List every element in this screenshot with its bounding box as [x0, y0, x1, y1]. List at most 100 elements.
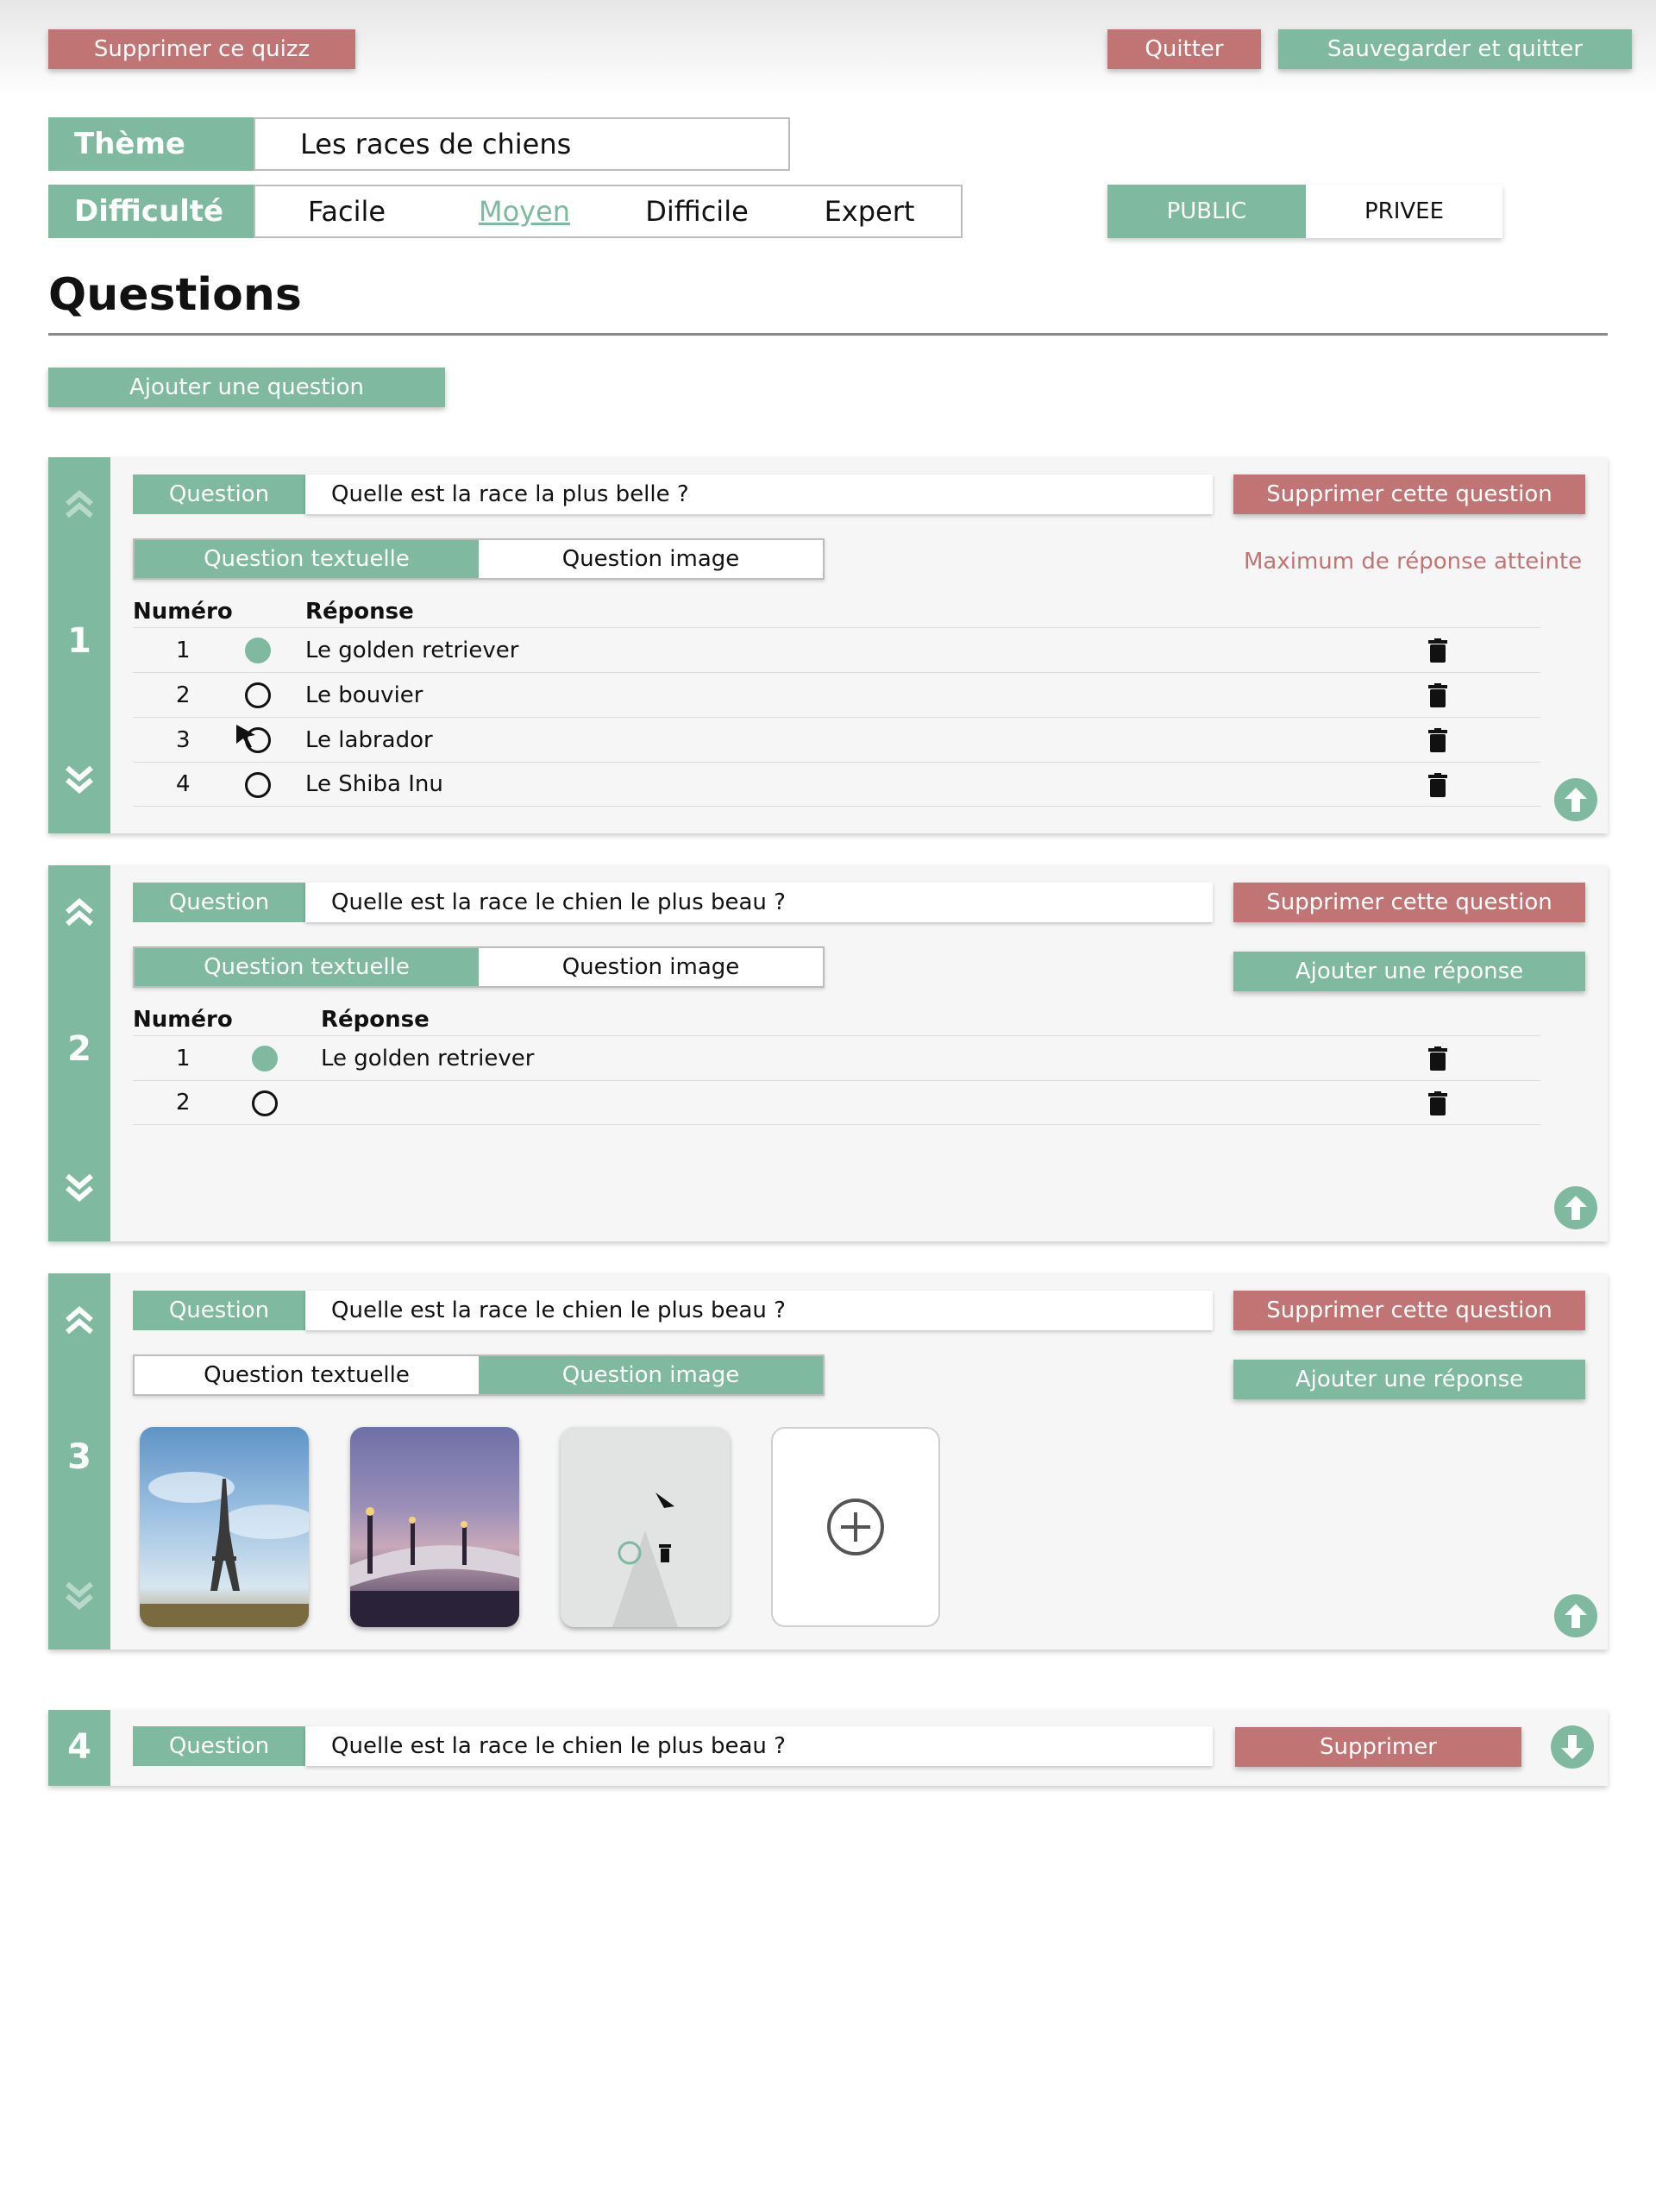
difficulty-option-difficile[interactable]: Difficile: [611, 186, 783, 236]
cursor-icon: [236, 725, 255, 748]
difficulty-option-facile[interactable]: Facile: [255, 186, 438, 236]
quit-button[interactable]: Quitter: [1107, 29, 1261, 69]
difficulty-label: Difficulté: [48, 185, 255, 238]
answer-text[interactable]: Le golden retriever: [305, 628, 518, 672]
difficulty-selector: Facile Moyen Difficile Expert: [254, 185, 963, 238]
save-quit-button[interactable]: Sauvegarder et quitter: [1278, 29, 1632, 69]
answer-number: 2: [176, 682, 191, 708]
answer-text[interactable]: Le Shiba Inu: [305, 763, 443, 806]
move-down-icon[interactable]: [62, 1579, 97, 1613]
image-answer-city[interactable]: [561, 1427, 730, 1627]
collapse-up-icon[interactable]: [1554, 1186, 1597, 1229]
text-question-tab[interactable]: Question textuelle: [135, 1356, 479, 1394]
correct-radio[interactable]: [252, 1090, 278, 1116]
move-down-icon[interactable]: [62, 1171, 97, 1205]
answer-row: 4 Le Shiba Inu: [133, 762, 1540, 807]
image-question-tab[interactable]: Question image: [479, 540, 823, 578]
col-number-header: Numéro: [133, 599, 233, 625]
question-input[interactable]: Quelle est la race le chien le plus beau…: [305, 1726, 1213, 1766]
theme-label: Thème: [48, 117, 255, 171]
delete-question-button[interactable]: Supprimer: [1235, 1727, 1521, 1767]
correct-radio[interactable]: [252, 1046, 278, 1071]
trash-icon[interactable]: [1428, 638, 1447, 663]
trash-icon[interactable]: [1428, 1046, 1447, 1071]
text-question-tab[interactable]: Question textuelle: [135, 540, 479, 578]
expand-down-icon[interactable]: [1551, 1725, 1594, 1769]
question-card-4: 4 Question Quelle est la race le chien l…: [48, 1710, 1608, 1786]
question-card-3: 3 Question Quelle est la race le chien l…: [48, 1273, 1608, 1650]
difficulty-option-moyen[interactable]: Moyen: [438, 186, 611, 236]
answer-row: 2: [133, 1080, 1540, 1125]
answer-text[interactable]: Le labrador: [305, 718, 433, 762]
answer-row: 3 Le labrador: [133, 717, 1540, 762]
text-question-tab[interactable]: Question textuelle: [135, 948, 479, 986]
question-number: 4: [67, 1727, 91, 1767]
question-label: Question: [133, 1291, 305, 1330]
move-up-icon[interactable]: [62, 895, 97, 929]
add-image-button[interactable]: [771, 1427, 940, 1627]
answer-number: 2: [176, 1090, 191, 1115]
question-number: 1: [67, 621, 91, 661]
theme-input[interactable]: Les races de chiens: [254, 117, 790, 171]
correct-radio[interactable]: [245, 638, 271, 663]
trash-icon[interactable]: [1428, 728, 1447, 752]
correct-radio[interactable]: [245, 772, 271, 798]
answer-number: 3: [176, 726, 191, 753]
eiffel-tower-image: [140, 1472, 309, 1627]
question-label: Question: [133, 474, 305, 514]
difficulty-option-expert[interactable]: Expert: [783, 186, 956, 236]
divider: [48, 333, 1608, 336]
move-up-icon[interactable]: [62, 1303, 97, 1337]
trash-icon[interactable]: [1428, 1091, 1447, 1115]
delete-question-button[interactable]: Supprimer cette question: [1233, 883, 1585, 922]
correct-radio[interactable]: [245, 682, 271, 708]
question-number: 2: [67, 1029, 91, 1069]
col-answer-header: Réponse: [305, 599, 414, 625]
question-type-toggle: Question textuelle Question image: [133, 538, 825, 580]
col-number-header: Numéro: [133, 1007, 233, 1033]
image-question-tab[interactable]: Question image: [479, 1356, 823, 1394]
add-question-button[interactable]: Ajouter une question: [48, 368, 445, 407]
question-label: Question: [133, 1726, 305, 1766]
plus-circle-icon: [827, 1499, 884, 1555]
answer-text[interactable]: Le golden retriever: [321, 1036, 534, 1080]
question-input[interactable]: Quelle est la race le chien le plus beau…: [305, 883, 1213, 922]
answer-text[interactable]: Le bouvier: [305, 673, 423, 717]
answer-number: 4: [176, 771, 191, 797]
image-question-tab[interactable]: Question image: [479, 948, 823, 986]
delete-quiz-button[interactable]: Supprimer ce quizz: [48, 29, 355, 69]
question-input[interactable]: Quelle est la race la plus belle ?: [305, 474, 1213, 514]
question-input[interactable]: Quelle est la race le chien le plus beau…: [305, 1291, 1213, 1330]
visibility-toggle: PUBLIC PRIVEE: [1107, 185, 1502, 238]
image-answer-eiffel-tower[interactable]: [140, 1427, 309, 1627]
trash-icon[interactable]: [1428, 683, 1447, 707]
question-card-1: 1 Question Quelle est la race la plus be…: [48, 457, 1608, 833]
question-card-2: 2 Question Quelle est la race le chien l…: [48, 865, 1608, 1241]
add-answer-button[interactable]: Ajouter une réponse: [1233, 1360, 1585, 1399]
answer-row: 1 Le golden retriever: [133, 1035, 1540, 1080]
collapse-up-icon[interactable]: [1554, 1594, 1597, 1637]
trash-icon[interactable]: [1428, 773, 1447, 797]
image-answer-bridge[interactable]: [350, 1427, 519, 1627]
move-down-icon[interactable]: [62, 763, 97, 797]
delete-question-button[interactable]: Supprimer cette question: [1233, 474, 1585, 514]
max-answers-warning: Maximum de réponse atteinte: [1244, 549, 1583, 575]
private-button[interactable]: PRIVEE: [1306, 185, 1502, 238]
question-type-toggle: Question textuelle Question image: [133, 1354, 825, 1396]
city-image: [561, 1427, 730, 1627]
questions-title: Questions: [48, 269, 302, 321]
question-type-toggle: Question textuelle Question image: [133, 946, 825, 988]
answer-row: 1 Le golden retriever: [133, 627, 1540, 672]
question-number: 3: [67, 1437, 91, 1477]
answer-number: 1: [176, 637, 191, 663]
bridge-image: [350, 1507, 519, 1627]
answer-number: 1: [176, 1045, 191, 1071]
move-up-icon[interactable]: [62, 487, 97, 521]
public-button[interactable]: PUBLIC: [1107, 185, 1306, 238]
answer-row: 2 Le bouvier: [133, 672, 1540, 717]
collapse-up-icon[interactable]: [1554, 778, 1597, 821]
delete-question-button[interactable]: Supprimer cette question: [1233, 1291, 1585, 1330]
question-label: Question: [133, 883, 305, 922]
add-answer-button[interactable]: Ajouter une réponse: [1233, 952, 1585, 991]
col-answer-header: Réponse: [321, 1007, 430, 1033]
